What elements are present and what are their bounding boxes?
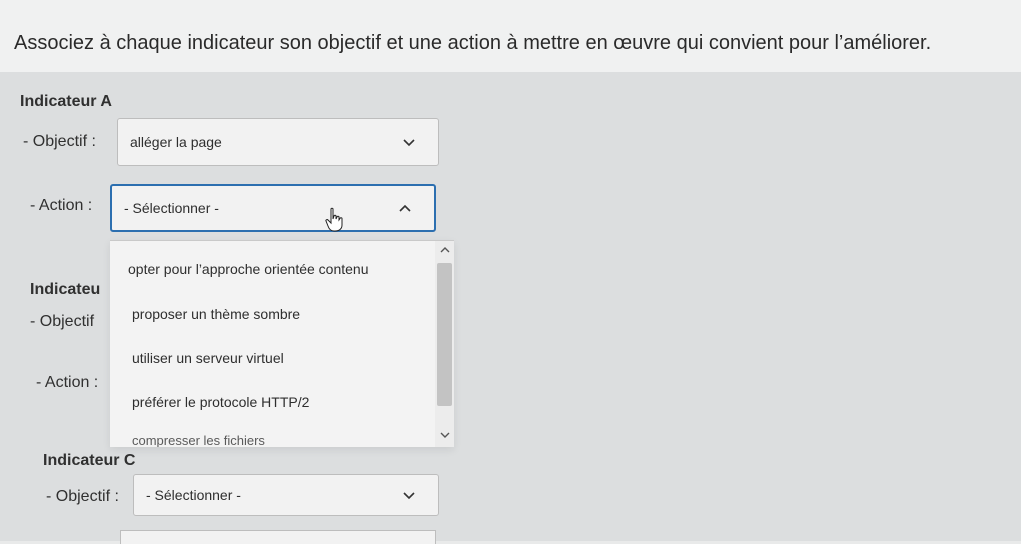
chevron-up-icon [399, 204, 411, 212]
dropdown-option[interactable]: proposer un thème sombre [132, 306, 300, 322]
scroll-down-arrow-icon[interactable] [439, 431, 451, 439]
dropdown-option[interactable]: compresser les fichiers [132, 433, 265, 447]
indicator-a-objective-value: alléger la page [130, 134, 222, 150]
indicator-b-objective-label: - Objectif [30, 313, 95, 330]
indicator-c-title: Indicateur C [43, 452, 136, 469]
chevron-down-icon [403, 139, 415, 147]
instruction-text: Associez à chaque indicateur son objecti… [14, 32, 932, 54]
indicator-c-objective-value: - Sélectionner - [146, 487, 241, 503]
dropdown-scrollbar[interactable] [435, 241, 454, 447]
instruction-header: Associez à chaque indicateur son objecti… [0, 0, 1021, 72]
indicator-a-title: Indicateur A [20, 93, 112, 110]
indicator-a-action-select[interactable]: - Sélectionner - [110, 184, 436, 232]
indicator-c-objective-select[interactable]: - Sélectionner - [133, 474, 439, 516]
scroll-up-arrow-icon[interactable] [439, 246, 451, 254]
hand-pointer-icon [325, 207, 343, 232]
indicator-a-objective-label: - Objectif : [23, 133, 96, 150]
dropdown-option[interactable]: préférer le protocole HTTP/2 [132, 394, 309, 410]
indicator-b-title: Indicateu [30, 281, 101, 298]
chevron-down-icon [403, 492, 415, 500]
scrollbar-thumb[interactable] [437, 263, 452, 406]
indicator-a-action-value: - Sélectionner - [124, 200, 219, 216]
indicator-c-objective-label: - Objectif : [46, 488, 119, 505]
dropdown-option[interactable]: utiliser un serveur virtuel [132, 350, 284, 366]
action-dropdown-list[interactable]: opter pour l’approche orientée contenu p… [110, 240, 454, 447]
dropdown-option[interactable]: opter pour l’approche orientée contenu [128, 261, 369, 277]
indicator-b-action-label: - Action : [36, 374, 99, 391]
indicator-a-objective-select[interactable]: alléger la page [117, 118, 439, 166]
indicator-a-action-label: - Action : [30, 197, 93, 214]
indicator-c-action-select[interactable] [120, 530, 436, 544]
